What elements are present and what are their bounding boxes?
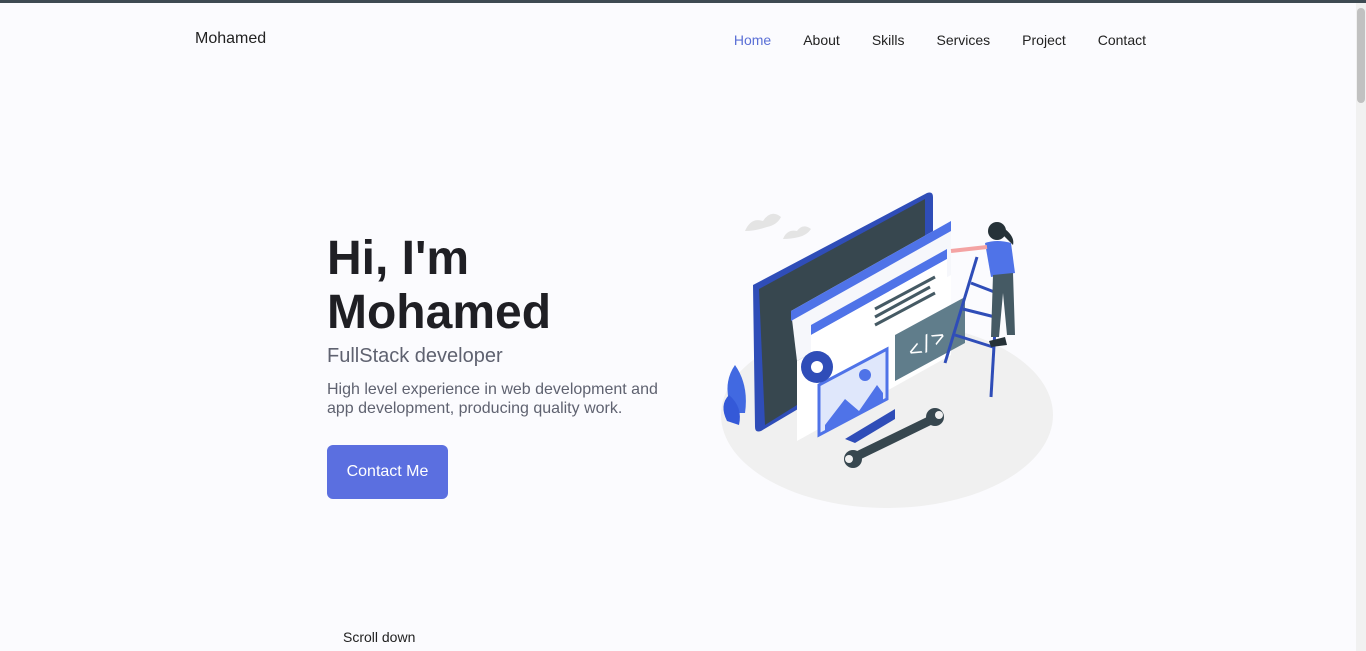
nav-link-project[interactable]: Project	[1022, 32, 1066, 48]
site-header: Mohamed Home About Skills Services Proje…	[0, 3, 1356, 73]
main-nav: Home About Skills Services Project Conta…	[734, 32, 1146, 50]
nav-link-skills[interactable]: Skills	[872, 32, 905, 48]
scrollbar-thumb[interactable]	[1357, 8, 1365, 103]
contact-me-button[interactable]: Contact Me	[327, 445, 448, 499]
nav-link-services[interactable]: Services	[936, 32, 990, 48]
nav-link-home[interactable]: Home	[734, 32, 771, 48]
nav-link-contact[interactable]: Contact	[1098, 32, 1146, 48]
hero-subtitle: FullStack developer	[327, 345, 503, 367]
nav-link-about[interactable]: About	[803, 32, 840, 48]
hero-text-block: Hi, I'm Mohamed FullStack developer High…	[327, 232, 687, 418]
scroll-down-link[interactable]: Scroll down	[343, 629, 415, 645]
site-logo[interactable]: Mohamed	[195, 30, 266, 48]
hero-description: High level experience in web development…	[327, 381, 658, 417]
developer-illustration-image: </>	[721, 192, 1053, 508]
hero-title: Hi, I'm Mohamed	[327, 232, 552, 339]
page-scrollbar[interactable]	[1356, 3, 1366, 651]
